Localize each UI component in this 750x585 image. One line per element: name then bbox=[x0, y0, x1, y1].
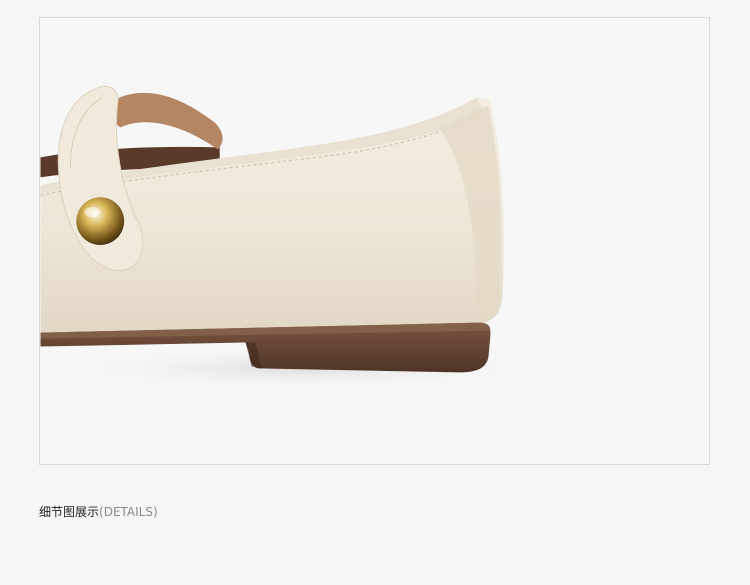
button-highlight bbox=[84, 207, 101, 218]
caption-chinese: 细节图展示 bbox=[39, 505, 100, 519]
strap-lining bbox=[100, 92, 223, 150]
detail-caption: 细节图展示(DETAILS) bbox=[39, 504, 158, 520]
product-detail-page: 细节图展示(DETAILS) bbox=[0, 0, 750, 585]
caption-english: (DETAILS) bbox=[99, 505, 158, 519]
shoe-illustration bbox=[40, 85, 559, 391]
shoe-detail-photo bbox=[39, 17, 710, 465]
gold-button-icon bbox=[76, 197, 125, 245]
